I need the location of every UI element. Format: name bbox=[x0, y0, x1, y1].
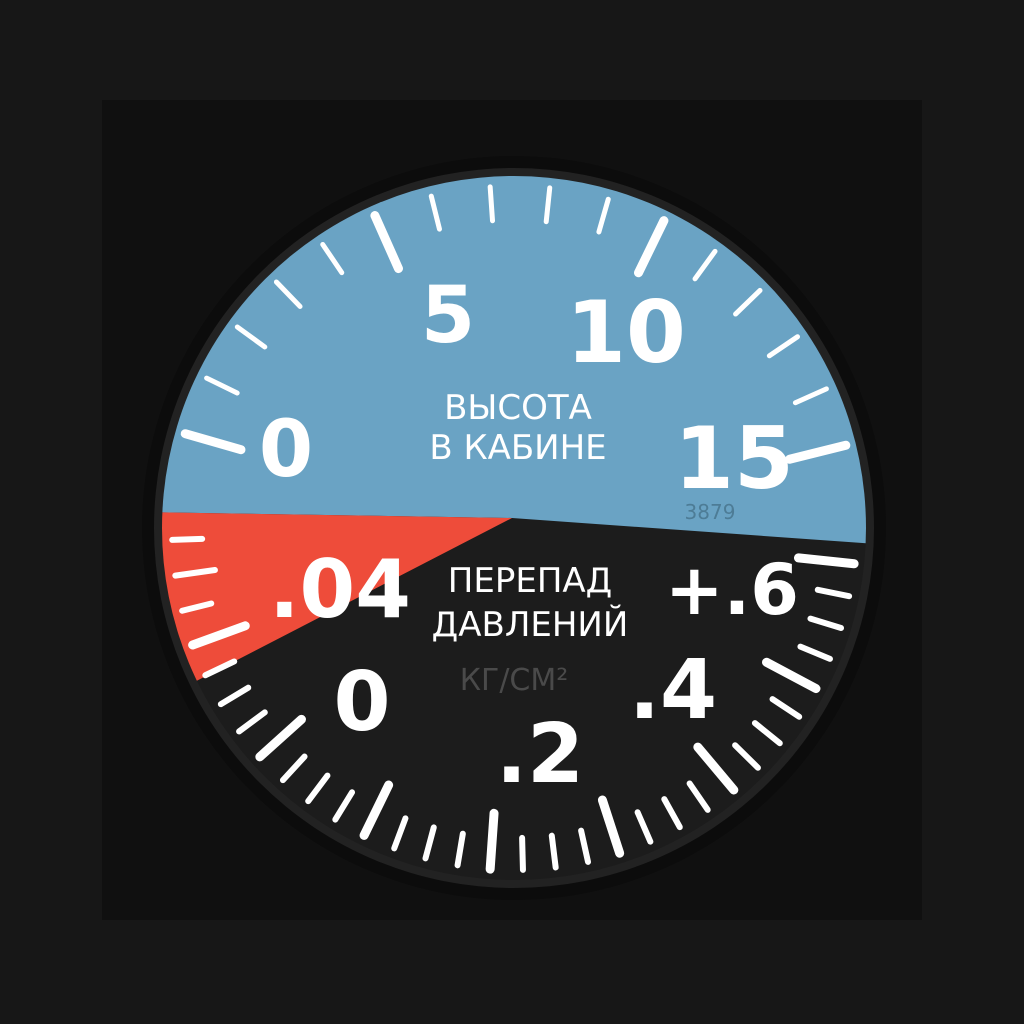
differential-label-0: 0 bbox=[333, 655, 390, 750]
differential-label-pos06: +.6 bbox=[665, 549, 799, 631]
differential-major-tick bbox=[485, 808, 499, 874]
differential-label-02: .2 bbox=[496, 707, 584, 802]
altitude-title-line1: ВЫСОТА bbox=[444, 388, 592, 428]
differential-major-tick bbox=[793, 553, 859, 569]
differential-title-line2: ДАВЛЕНИЙ bbox=[432, 604, 629, 645]
altitude-minor-tick bbox=[487, 184, 496, 224]
altitude-label-10: 10 bbox=[566, 283, 686, 383]
differential-label-04: .4 bbox=[629, 643, 717, 738]
warning-zone-tick bbox=[169, 535, 206, 543]
serial-number: 3879 bbox=[685, 500, 736, 524]
cabin-altitude-differential-gauge: 0 5 10 15 ВЫСОТА В КАБИНЕ 3879 .04 0 .2 … bbox=[142, 156, 886, 900]
altitude-label-15: 15 bbox=[674, 409, 794, 509]
differential-minor-tick bbox=[548, 832, 559, 871]
differential-label-neg04: .04 bbox=[269, 543, 411, 636]
altitude-minor-tick bbox=[543, 185, 553, 225]
altitude-label-0: 0 bbox=[259, 405, 313, 495]
altitude-label-5: 5 bbox=[421, 271, 475, 361]
differential-unit: КГ/СМ² bbox=[460, 663, 569, 698]
differential-minor-tick bbox=[519, 834, 526, 873]
stage: 0 5 10 15 ВЫСОТА В КАБИНЕ 3879 .04 0 .2 … bbox=[0, 0, 1024, 1024]
altitude-title-line2: В КАБИНЕ bbox=[429, 428, 606, 468]
differential-title-line1: ПЕРЕПАД bbox=[448, 561, 612, 601]
